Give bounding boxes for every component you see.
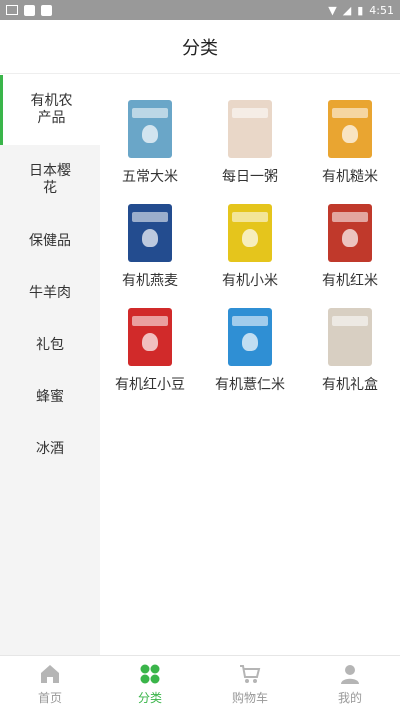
sidebar-item-gift[interactable]: 礼包 bbox=[0, 319, 100, 371]
page-title: 分类 bbox=[182, 37, 218, 59]
tab-label: 分类 bbox=[137, 690, 162, 705]
product-card[interactable]: 有机糙米 bbox=[300, 100, 400, 186]
signal-icon: ◢ bbox=[342, 3, 352, 17]
sidebar-item-icewine[interactable]: 冰酒 bbox=[0, 423, 100, 475]
notification-icon bbox=[24, 4, 35, 16]
sidebar-item-label: 礼包 bbox=[36, 336, 64, 353]
product-card[interactable]: 有机燕麦 bbox=[100, 204, 200, 290]
product-image bbox=[328, 308, 372, 366]
sidebar-item-label: 蜂蜜 bbox=[36, 388, 64, 405]
sidebar-item-label: 有机农产品 bbox=[30, 93, 73, 126]
tab-category[interactable]: 分类 bbox=[100, 656, 200, 711]
sidebar-item-label: 日本樱花 bbox=[29, 163, 71, 196]
product-name: 有机红小豆 bbox=[115, 377, 185, 393]
product-name: 有机薏仁米 bbox=[215, 377, 285, 393]
product-image bbox=[228, 100, 272, 158]
image-notification-icon bbox=[6, 5, 18, 15]
tab-label: 首页 bbox=[37, 690, 62, 705]
product-name: 有机燕麦 bbox=[122, 273, 178, 289]
product-name: 每日一粥 bbox=[222, 169, 278, 185]
product-card[interactable]: 有机薏仁米 bbox=[200, 308, 300, 394]
product-card[interactable]: 有机礼盒 bbox=[300, 308, 400, 394]
tab-label: 我的 bbox=[337, 690, 362, 705]
home-icon bbox=[41, 664, 59, 683]
sidebar-item-sakura[interactable]: 日本樱花 bbox=[0, 145, 100, 215]
sidebar-item-meat[interactable]: 牛羊肉 bbox=[0, 267, 100, 319]
wifi-icon: ▼ bbox=[328, 3, 337, 17]
product-card[interactable]: 有机红米 bbox=[300, 204, 400, 290]
bottom-tab-bar: 首页 分类 购物车 我的 bbox=[0, 655, 400, 711]
product-name: 有机红米 bbox=[322, 273, 378, 289]
product-image bbox=[228, 308, 272, 366]
product-image bbox=[128, 100, 172, 158]
grid-icon bbox=[140, 664, 160, 683]
page-header: 分类 bbox=[0, 20, 400, 74]
sidebar-item-health[interactable]: 保健品 bbox=[0, 215, 100, 267]
notification-icon bbox=[41, 4, 52, 16]
product-grid: 五常大米 每日一粥 有机糙米 有机燕麦 有机小米 有机红米 有机红小豆 有机薏仁… bbox=[100, 100, 400, 394]
status-bar: ▼ ◢ ▮ 4:51 bbox=[0, 0, 400, 20]
tab-mine[interactable]: 我的 bbox=[300, 656, 400, 711]
product-card[interactable]: 有机红小豆 bbox=[100, 308, 200, 394]
tab-cart[interactable]: 购物车 bbox=[200, 656, 300, 711]
cart-icon bbox=[240, 664, 261, 683]
sidebar-item-organic[interactable]: 有机农产品 bbox=[0, 75, 100, 145]
product-card[interactable]: 有机小米 bbox=[200, 204, 300, 290]
product-name: 有机糙米 bbox=[322, 169, 378, 185]
sidebar-item-label: 冰酒 bbox=[36, 440, 64, 457]
product-name: 五常大米 bbox=[122, 169, 178, 185]
product-image bbox=[328, 100, 372, 158]
tab-home[interactable]: 首页 bbox=[0, 656, 100, 711]
tab-label: 购物车 bbox=[231, 690, 268, 705]
product-image bbox=[328, 204, 372, 262]
sidebar-item-honey[interactable]: 蜂蜜 bbox=[0, 371, 100, 423]
product-card[interactable]: 五常大米 bbox=[100, 100, 200, 186]
sidebar-item-label: 牛羊肉 bbox=[29, 284, 71, 301]
user-icon bbox=[341, 664, 359, 684]
product-card[interactable]: 每日一粥 bbox=[200, 100, 300, 186]
product-name: 有机礼盒 bbox=[322, 377, 378, 393]
sidebar-item-label: 保健品 bbox=[29, 232, 71, 249]
category-sidebar: 有机农产品 日本樱花 保健品 牛羊肉 礼包 蜂蜜 冰酒 bbox=[0, 75, 100, 655]
product-image bbox=[228, 204, 272, 262]
battery-icon: ▮ bbox=[357, 3, 364, 17]
product-image bbox=[128, 308, 172, 366]
clock: 4:51 bbox=[369, 3, 394, 17]
product-name: 有机小米 bbox=[222, 273, 278, 289]
product-image bbox=[128, 204, 172, 262]
